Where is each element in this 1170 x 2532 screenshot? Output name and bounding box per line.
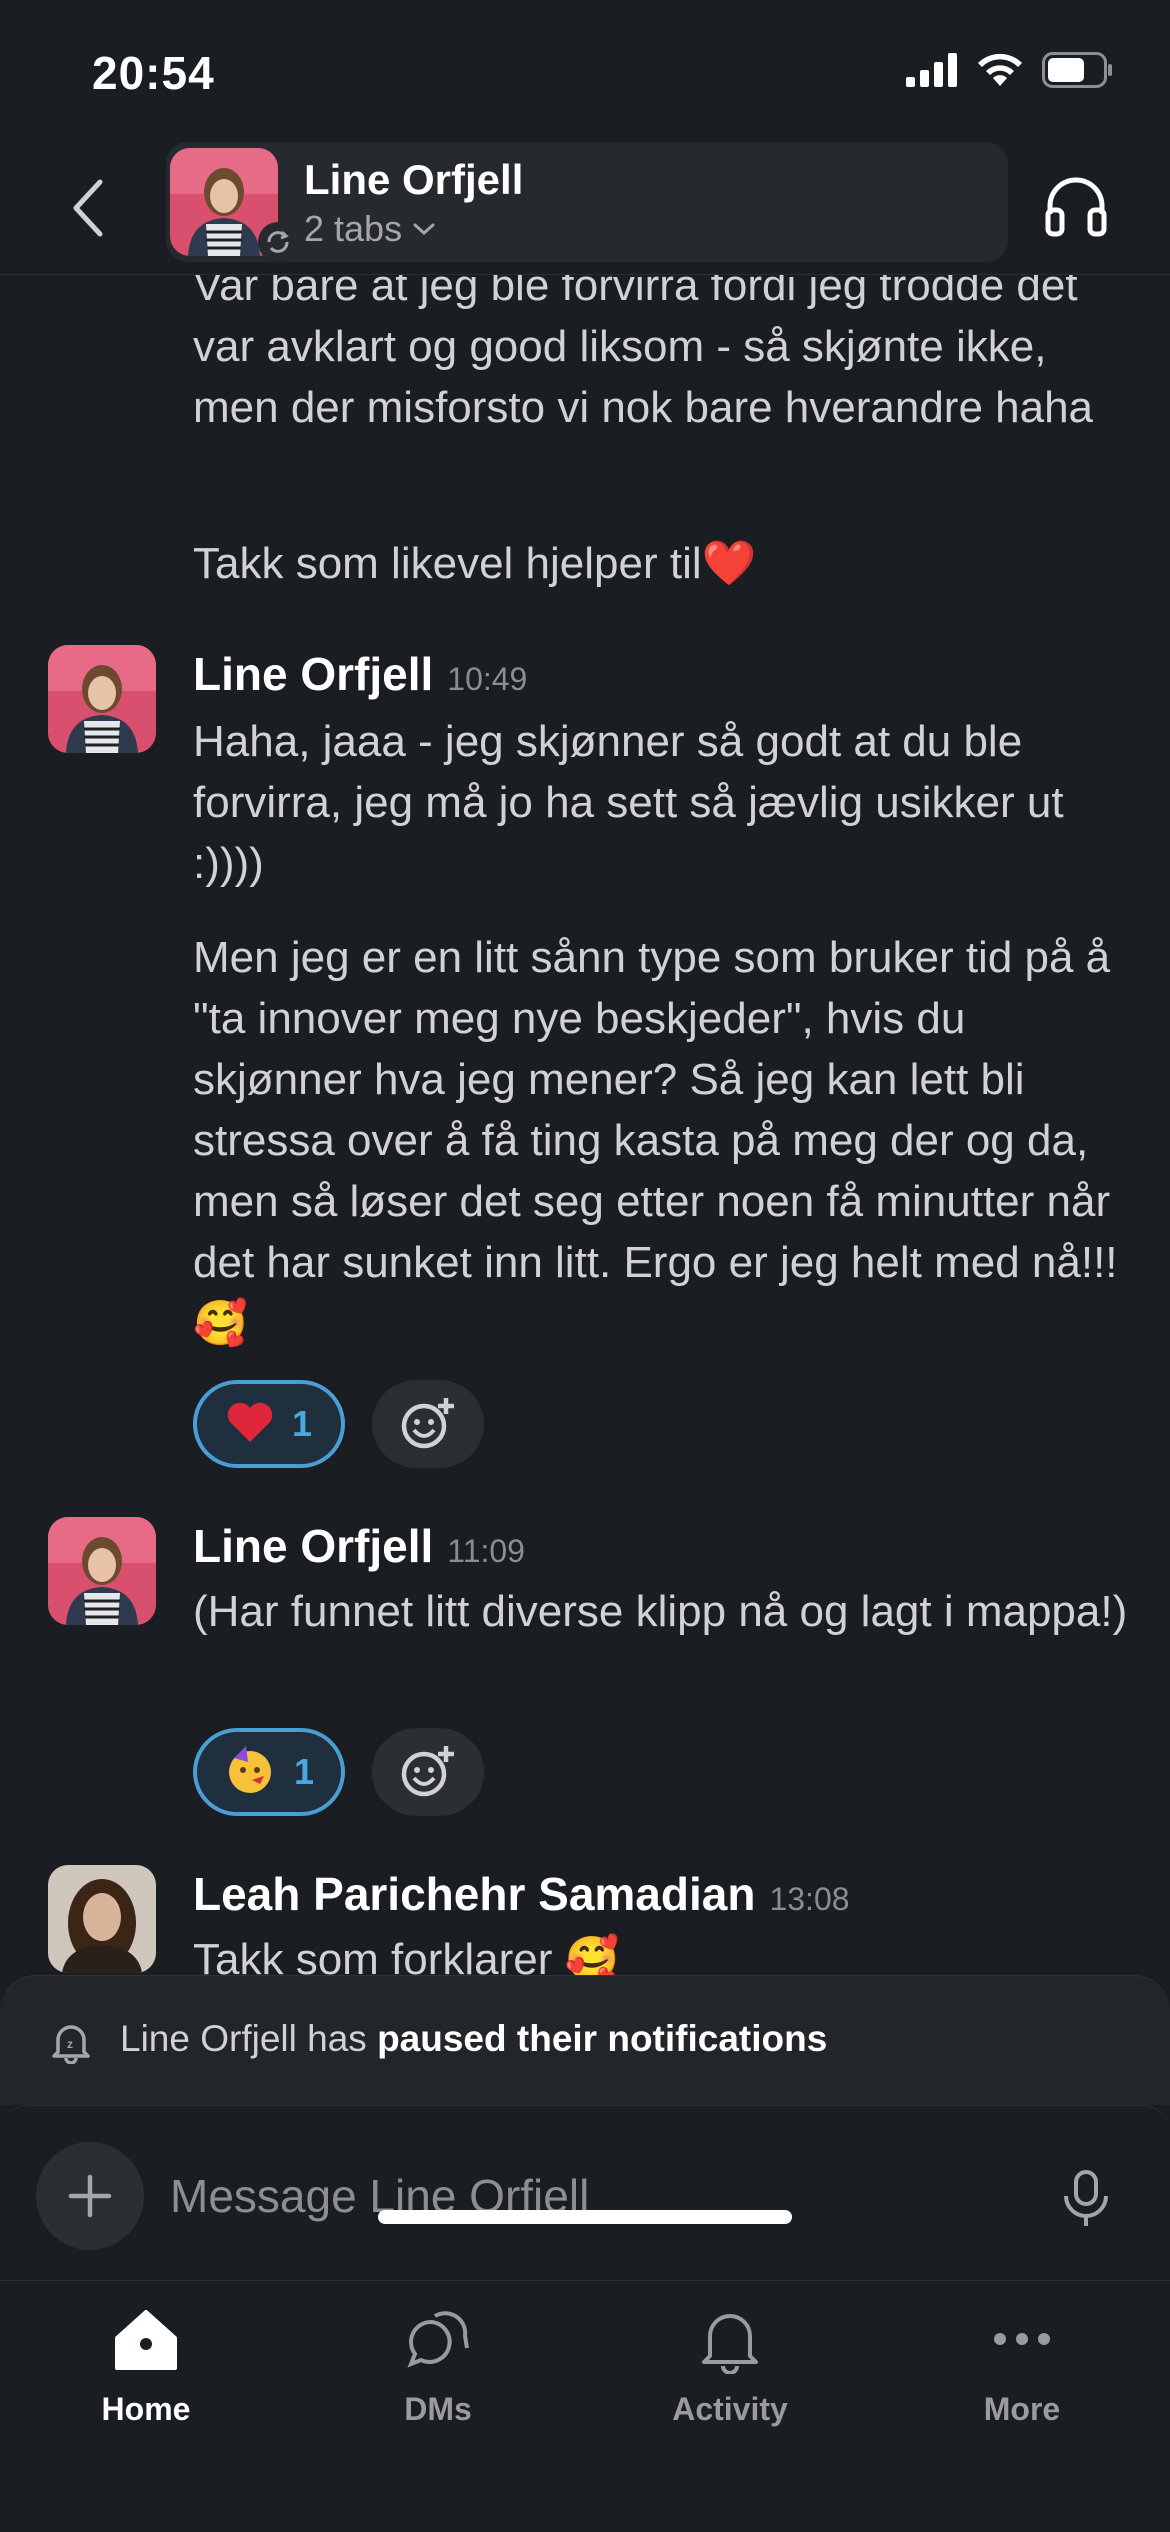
tab-label: Activity [672,2391,788,2427]
add-reaction-button[interactable] [372,1728,484,1816]
wifi-icon [978,53,1022,86]
message-header: Line Orfjell 11:09 [193,1519,525,1573]
cellular-signal-icon [906,53,957,87]
message-text: Haha, jaaa - jeg skjønner så godt at du … [193,717,1064,888]
timestamp: 11:09 [447,1533,525,1569]
add-emoji-icon [401,1398,454,1449]
bell-icon [688,2297,772,2381]
avatar[interactable] [48,645,156,753]
back-button[interactable] [58,168,118,248]
avatar[interactable] [48,1517,156,1625]
timestamp: 13:08 [769,1881,850,1917]
battery-icon [1042,52,1112,88]
message-text: Men jeg er en litt sånn type som bruker … [193,933,1118,1348]
home-indicator[interactable] [378,2210,792,2224]
more-icon [980,2297,1064,2381]
message-text: Takk som forklarer 🥰 [193,1935,620,1975]
home-icon [104,2297,188,2381]
add-emoji-icon [401,1746,454,1797]
tab-bar: Home DMs Activity More [0,2280,1170,2532]
tabs-selector[interactable]: 2 tabs [304,208,436,250]
timestamp: 10:49 [447,661,528,697]
tab-label: More [983,2391,1061,2427]
paused-notifications-banner: z Line Orfjell has paused their notifica… [0,1975,1170,2105]
tab-more[interactable]: More [876,2297,1168,2447]
status-time: 20:54 [92,47,215,99]
add-reaction-button[interactable] [372,1380,484,1468]
author-name[interactable]: Line Orfjell [193,647,433,701]
tabs-count: 2 tabs [304,208,403,249]
bell-snooze-icon: z [52,2025,90,2064]
reaction-heart[interactable]: 1 [193,1380,345,1468]
tab-home[interactable]: Home [0,2297,292,2447]
attach-button[interactable] [36,2142,144,2250]
author-name[interactable]: Leah Parichehr Samadian [193,1867,755,1921]
reaction-count: 1 [291,1403,313,1444]
message-header: Leah Parichehr Samadian 13:08 [193,1867,850,1921]
sync-icon [258,222,298,262]
microphone-button[interactable] [1058,2168,1114,2228]
reaction-party[interactable]: 1 [193,1728,345,1816]
message-text: Takk som likevel hjelper til❤️ [193,539,757,588]
reaction-count: 1 [293,1751,315,1792]
huddle-button[interactable] [1040,170,1112,242]
status-icons [906,52,1114,88]
author-name[interactable]: Line Orfjell [193,1519,433,1573]
tab-activity[interactable]: Activity [584,2297,876,2447]
avatar[interactable] [48,1865,156,1973]
conversation-header: Line Orfjell 2 tabs [0,140,1170,275]
status-bar: 20:54 [0,0,1170,140]
plus-icon [68,2174,112,2218]
paused-notifications-text: Line Orfjell has paused their notificati… [120,2018,828,2059]
message-header: Line Orfjell 10:49 [193,647,527,701]
chevron-left-icon [73,179,103,237]
tab-dms[interactable]: DMs [292,2297,584,2447]
party-face-icon [224,1744,276,1801]
heart-icon [226,1400,274,1449]
message-list[interactable]: Var bare at jeg ble forvirra fordi jeg t… [0,275,1170,1975]
message-composer [0,2105,1170,2280]
dms-icon [396,2297,480,2381]
microphone-icon [1064,2170,1108,2226]
message-input[interactable] [170,2151,1010,2241]
message-text: Var bare at jeg ble forvirra fordi jeg t… [193,275,1094,432]
message-text: (Har funnet litt diverse klipp nå og lag… [193,1587,1128,1636]
chevron-down-icon [413,223,435,236]
conversation-title-pill[interactable]: Line Orfjell 2 tabs [166,142,1008,262]
svg-text:z: z [67,2037,73,2051]
headphones-icon [1045,177,1107,237]
conversation-title: Line Orfjell [304,156,524,203]
tab-label: Home [101,2391,191,2427]
tab-label: DMs [404,2391,472,2427]
